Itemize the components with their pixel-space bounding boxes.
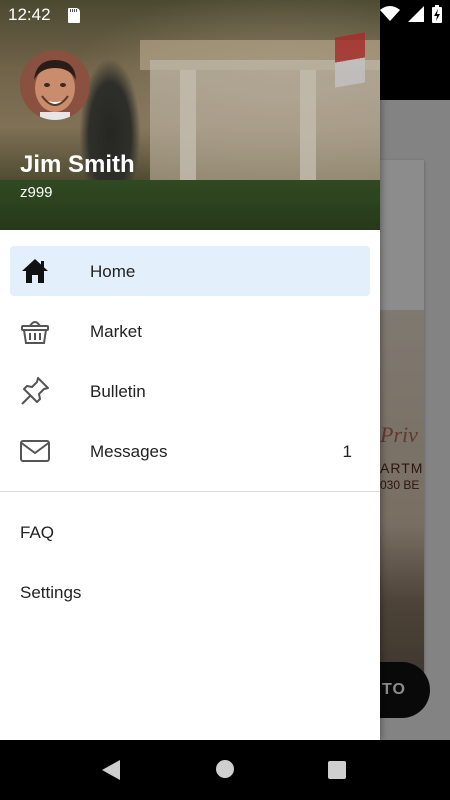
- nav-label-market: Market: [90, 322, 142, 341]
- user-id: z999: [20, 184, 53, 201]
- drawer-nav: Home Market Bulletin Messages 1: [0, 240, 380, 480]
- sd-card-icon: [68, 8, 80, 23]
- signal-icon: [408, 6, 424, 22]
- nav-item-bulletin[interactable]: Bulletin: [0, 360, 380, 420]
- user-name: Jim Smith: [20, 151, 135, 178]
- system-nav-bar: [0, 740, 450, 800]
- battery-charging-icon: [432, 5, 442, 23]
- home-icon: [20, 256, 50, 286]
- nav-item-faq[interactable]: FAQ: [20, 523, 54, 543]
- home-circle-icon[interactable]: [216, 760, 234, 778]
- avatar[interactable]: [20, 50, 90, 120]
- nav-label-messages: Messages: [90, 442, 168, 461]
- nav-item-settings[interactable]: Settings: [20, 583, 81, 603]
- wifi-icon: [380, 6, 400, 22]
- nav-label-bulletin: Bulletin: [90, 382, 146, 401]
- status-time: 12:42: [8, 5, 51, 24]
- recents-icon[interactable]: [328, 761, 346, 779]
- basket-icon: [20, 316, 50, 346]
- drawer-header: Jim Smith z999: [0, 0, 380, 230]
- nav-item-home[interactable]: Home: [0, 240, 380, 300]
- status-icons: [380, 5, 442, 23]
- pushpin-icon: [20, 376, 50, 406]
- status-bar: 12:42: [0, 0, 450, 30]
- drawer-divider: [0, 491, 380, 492]
- mail-icon: [20, 436, 50, 466]
- messages-count-badge: 1: [342, 442, 352, 461]
- nav-item-market[interactable]: Market: [0, 300, 380, 360]
- navigation-drawer: Jim Smith z999 Home Market Bulletin Mess…: [0, 0, 380, 740]
- nav-item-messages[interactable]: Messages 1: [0, 420, 380, 480]
- nav-label-home: Home: [90, 262, 136, 281]
- back-icon[interactable]: [102, 760, 120, 785]
